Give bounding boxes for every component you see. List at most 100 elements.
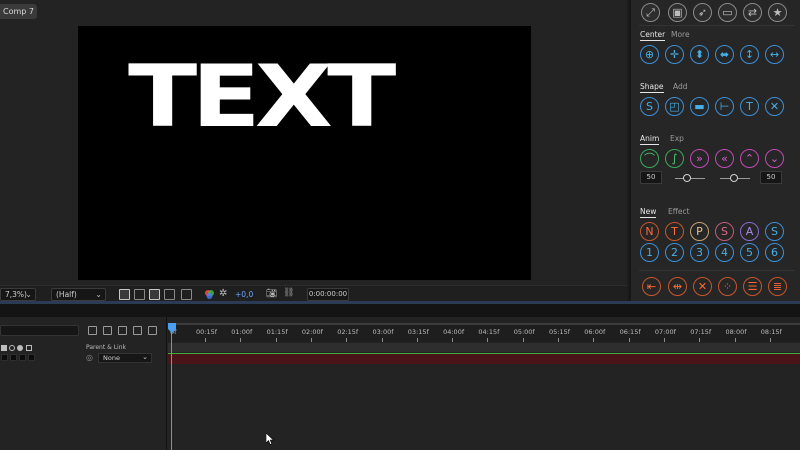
rocket-icon[interactable]: ➶ xyxy=(693,3,712,22)
preset-2-button[interactable]: 2 xyxy=(665,243,684,262)
double-chevron-down-icon[interactable]: ⌄ xyxy=(765,149,784,168)
text-tool-icon[interactable]: T xyxy=(740,97,759,116)
double-chevron-left-icon[interactable]: « xyxy=(715,149,734,168)
ease-curve-icon[interactable]: ⌒ xyxy=(640,149,659,168)
preset-4-button[interactable]: 4 xyxy=(715,243,734,262)
center-layer-icon[interactable]: ✛ xyxy=(665,45,684,64)
layer-solo-toggle[interactable] xyxy=(19,354,26,361)
audio-switch-icon[interactable] xyxy=(9,345,15,351)
new-text-button[interactable]: T xyxy=(665,222,684,241)
guides-icon[interactable] xyxy=(164,289,175,300)
exposure-reset-icon[interactable]: ✲ xyxy=(219,288,227,299)
ruler-tick xyxy=(593,338,595,342)
tab-exp[interactable]: Exp xyxy=(670,134,684,143)
layer-row[interactable]: ◎ None ⌄ xyxy=(0,353,167,364)
canvas-text-layer[interactable]: TEXT xyxy=(128,54,396,140)
folder-icon[interactable]: ▭ xyxy=(718,3,737,22)
center-horizontal-icon[interactable]: ⬌ xyxy=(715,45,734,64)
lock-switch-icon[interactable] xyxy=(26,345,32,351)
new-shape-button[interactable]: S xyxy=(765,222,784,241)
anim-left-slider-knob[interactable] xyxy=(683,174,691,182)
preset-5-button[interactable]: 5 xyxy=(740,243,759,262)
split-center-icon[interactable]: ⇹ xyxy=(668,277,687,296)
new-adjustment-button[interactable]: A xyxy=(740,222,759,241)
anim-right-value[interactable]: 50 xyxy=(760,171,782,184)
split-icon[interactable]: ✕ xyxy=(765,97,784,116)
line-icon[interactable]: ⊢ xyxy=(715,97,734,116)
preset-1-button[interactable]: 1 xyxy=(640,243,659,262)
composition-canvas[interactable]: TEXT xyxy=(78,26,531,280)
video-switch-icon[interactable] xyxy=(1,345,7,351)
layer-audio-toggle[interactable] xyxy=(10,354,17,361)
ruler-tick xyxy=(240,338,242,342)
shape-path-icon[interactable]: S xyxy=(640,97,659,116)
new-null-button[interactable]: N xyxy=(640,222,659,241)
ruler-label: 04:00f xyxy=(443,328,465,336)
new-precomp-button[interactable]: P xyxy=(690,222,709,241)
anim-right-slider-knob[interactable] xyxy=(730,174,738,182)
star-icon[interactable]: ★ xyxy=(768,3,787,22)
move-left-icon[interactable]: ⇤ xyxy=(642,277,661,296)
swap-icon[interactable]: ⇄ xyxy=(743,3,762,22)
shy-layers-icon[interactable] xyxy=(103,326,112,335)
snapshot-camera-icon[interactable]: 📷︎ xyxy=(266,289,277,299)
tab-center[interactable]: Center xyxy=(640,30,666,41)
layer-duration-bar[interactable] xyxy=(168,353,800,364)
align-vertical-icon[interactable]: ↕ xyxy=(740,45,759,64)
ruler-label: 08:00f xyxy=(725,328,747,336)
tab-new[interactable]: New xyxy=(640,207,657,218)
layer-lock-toggle[interactable] xyxy=(28,354,35,361)
frame-blending-icon[interactable] xyxy=(118,326,127,335)
comp-tab[interactable]: Comp 7 xyxy=(0,4,37,19)
zoom-dropdown[interactable]: 7,3%) ⌄ xyxy=(0,288,36,301)
current-time-display[interactable]: 0:00:00:00 xyxy=(307,288,349,301)
mouse-cursor-icon xyxy=(266,433,275,445)
rounded-rect-icon[interactable]: ▬ xyxy=(690,97,709,116)
tab-shape[interactable]: Shape xyxy=(640,82,664,93)
double-chevron-right-icon[interactable]: » xyxy=(690,149,709,168)
tab-effect[interactable]: Effect xyxy=(668,207,690,216)
timeline-track-area[interactable]: 0f 00:15f 01:00f 01:15f 02:00f 02:15f 03:00f 03… xyxy=(168,317,800,450)
graph-editor-icon[interactable] xyxy=(148,326,157,335)
new-solid-button[interactable]: S xyxy=(715,222,734,241)
ruler-tick xyxy=(558,338,559,342)
double-chevron-up-icon[interactable]: ⌃ xyxy=(740,149,759,168)
anchor-center-icon[interactable]: ⊕ xyxy=(640,45,659,64)
motion-blur-icon[interactable] xyxy=(133,326,142,335)
layer-video-toggle[interactable] xyxy=(1,354,8,361)
layer-search-input[interactable] xyxy=(0,325,79,336)
draft-3d-icon[interactable] xyxy=(88,326,97,335)
preset-6-button[interactable]: 6 xyxy=(765,243,784,262)
panel-divider xyxy=(639,25,795,26)
expand-icon[interactable]: ⤢ xyxy=(641,3,660,22)
preset-3-button[interactable]: 3 xyxy=(690,243,709,262)
playhead[interactable] xyxy=(168,323,176,450)
resolution-dropdown[interactable]: (Half) ⌄ xyxy=(51,288,106,301)
pickwhip-icon[interactable]: ◎ xyxy=(86,353,93,362)
transparency-grid-icon[interactable] xyxy=(134,289,145,300)
delete-icon[interactable]: ✕ xyxy=(693,277,712,296)
grid-dots-icon[interactable]: ⁘ xyxy=(718,277,737,296)
parent-dropdown[interactable]: None ⌄ xyxy=(98,353,152,363)
time-ruler[interactable]: 0f 00:15f 01:00f 01:15f 02:00f 02:15f 03:00f 03… xyxy=(168,325,800,342)
tab-add[interactable]: Add xyxy=(673,82,688,91)
tab-anim[interactable]: Anim xyxy=(640,134,660,145)
align-horizontal-icon[interactable]: ↔ xyxy=(765,45,784,64)
ruler-label: 02:15f xyxy=(337,328,359,336)
grid-icon[interactable] xyxy=(181,289,192,300)
tab-more[interactable]: More xyxy=(671,30,690,39)
video-icon[interactable]: ▣ xyxy=(668,3,687,22)
center-vertical-icon[interactable]: ⬍ xyxy=(690,45,709,64)
shape-layer-icon[interactable]: ◰ xyxy=(665,97,684,116)
mask-visibility-icon[interactable] xyxy=(149,289,160,300)
region-of-interest-icon[interactable] xyxy=(119,289,130,300)
align-lines-icon[interactable]: ≣ xyxy=(768,277,787,296)
color-channels-icon[interactable] xyxy=(204,289,215,300)
exposure-value[interactable]: +0,0 xyxy=(235,290,253,299)
timeline-header-strip xyxy=(0,304,800,317)
anim-left-value[interactable]: 50 xyxy=(640,171,662,184)
sort-icon[interactable]: ☰ xyxy=(743,277,762,296)
show-snapshot-icon[interactable]: ⛓ xyxy=(283,288,294,298)
solo-switch-icon[interactable] xyxy=(17,345,23,351)
s-curve-icon[interactable]: ∫ xyxy=(665,149,684,168)
